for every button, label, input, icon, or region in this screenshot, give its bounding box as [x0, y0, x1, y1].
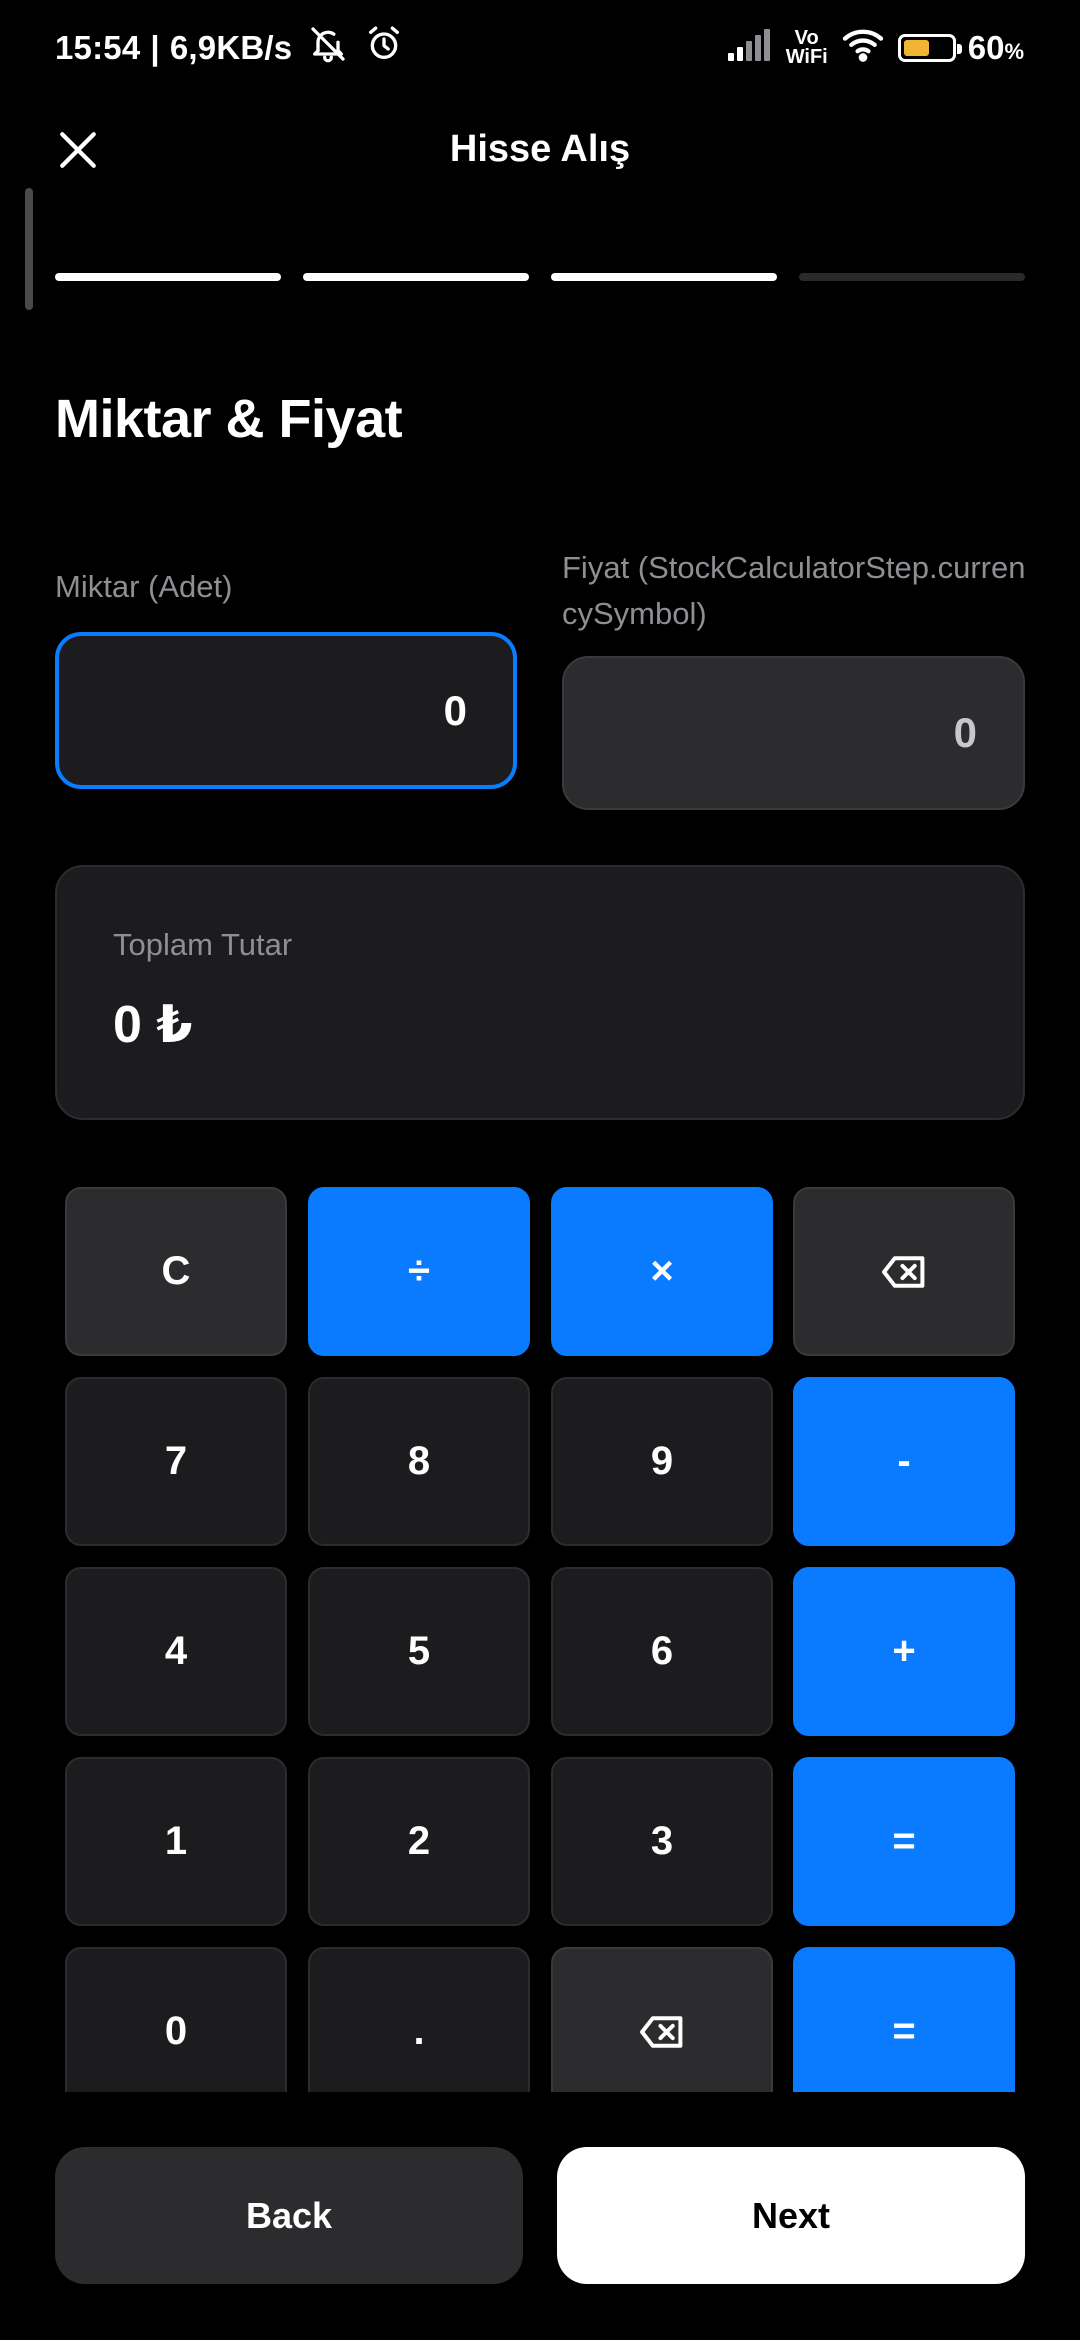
battery-fill	[903, 40, 929, 56]
scroll-indicator	[25, 188, 33, 310]
back-button[interactable]: Back	[55, 2147, 523, 2284]
total-card: Toplam Tutar 0 ₺	[55, 865, 1025, 1120]
section-title: Miktar & Fiyat	[55, 389, 403, 449]
progress-step-3	[551, 273, 777, 281]
quantity-value: 0	[443, 686, 467, 734]
key-decimal[interactable]: .	[308, 1947, 530, 2092]
key-divide[interactable]: ÷	[308, 1187, 530, 1356]
total-value: 0 ₺	[113, 996, 193, 1054]
progress-step-4	[799, 273, 1025, 281]
battery-percent-value: 60	[967, 29, 1005, 66]
key-equals-2[interactable]: =	[793, 1947, 1015, 2092]
next-button[interactable]: Next	[557, 2147, 1025, 2284]
key-1[interactable]: 1	[65, 1757, 287, 1926]
vowifi-icon: Vo WiFi	[785, 28, 828, 68]
key-8[interactable]: 8	[308, 1377, 530, 1546]
key-6[interactable]: 6	[551, 1567, 773, 1736]
key-plus[interactable]: +	[793, 1567, 1015, 1736]
key-5[interactable]: 5	[308, 1567, 530, 1736]
battery-percent: 60%	[968, 29, 1024, 67]
key-2[interactable]: 2	[308, 1757, 530, 1926]
alarm-icon	[364, 24, 404, 72]
vowifi-bottom: WiFi	[785, 46, 828, 68]
network-speed: 6,9KB/s	[169, 29, 293, 66]
key-9[interactable]: 9	[551, 1377, 773, 1546]
signal-icon	[726, 27, 774, 69]
key-3[interactable]: 3	[551, 1757, 773, 1926]
status-bar-left: 15:54 | 6,9KB/s	[55, 24, 404, 72]
wifi-icon	[840, 26, 886, 70]
clock: 15:54	[55, 29, 141, 66]
price-label: Fiyat (StockCalculatorStep.currencySymbo…	[562, 550, 1026, 631]
status-separator: |	[150, 29, 160, 66]
backspace-icon	[640, 2015, 683, 2048]
key-minus[interactable]: -	[793, 1377, 1015, 1546]
key-clear[interactable]: C	[65, 1187, 287, 1356]
backspace-icon	[882, 1255, 925, 1288]
key-4[interactable]: 4	[65, 1567, 287, 1736]
status-bar: 15:54 | 6,9KB/s Vo WiFi 60%	[0, 0, 1080, 96]
key-backspace-2[interactable]	[551, 1947, 773, 2092]
battery-percent-sign: %	[1004, 39, 1024, 64]
price-value: 0	[953, 709, 977, 756]
key-multiply[interactable]: ×	[551, 1187, 773, 1356]
total-label: Toplam Tutar	[113, 927, 293, 962]
status-bar-right: Vo WiFi 60%	[714, 24, 1024, 72]
key-backspace[interactable]	[793, 1187, 1015, 1356]
key-equals[interactable]: =	[793, 1757, 1015, 1926]
page-title: Hisse Alış	[449, 128, 631, 170]
price-input[interactable]: 0	[562, 656, 1025, 810]
step-progress	[55, 273, 1025, 281]
key-0[interactable]: 0	[65, 1947, 287, 2092]
key-7[interactable]: 7	[65, 1377, 287, 1546]
progress-step-1	[55, 273, 281, 281]
calculator-keypad: C ÷ × 7 8 9 - 4 5 6 + 1 2 3 = 0 . =	[0, 1180, 1080, 2092]
bell-off-icon	[308, 24, 348, 72]
battery-icon	[897, 34, 962, 62]
progress-step-2	[303, 273, 529, 281]
quantity-input[interactable]: 0	[55, 632, 517, 789]
quantity-label: Miktar (Adet)	[55, 569, 233, 604]
